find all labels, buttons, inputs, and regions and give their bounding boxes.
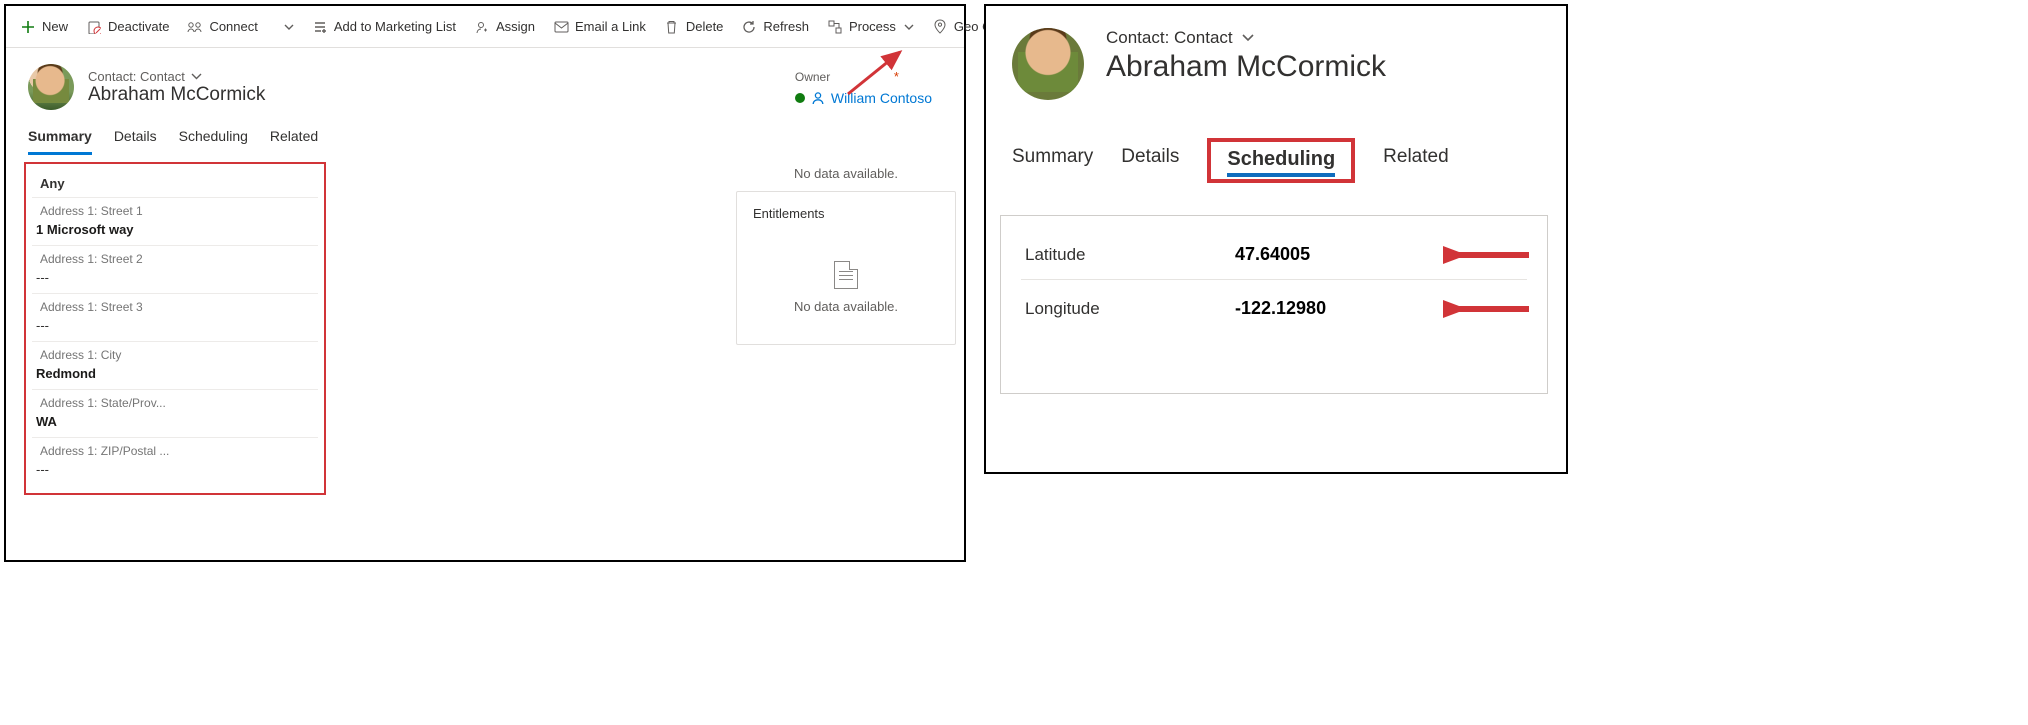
- street3-label: Address 1: Street 3: [26, 294, 324, 316]
- latitude-value[interactable]: 47.64005: [1235, 244, 1310, 265]
- owner-field: Owner * William Contoso: [795, 69, 942, 106]
- entitlements-empty-state: No data available.: [753, 261, 939, 314]
- tab-details[interactable]: Details: [114, 128, 157, 155]
- tab-summary[interactable]: Summary: [28, 128, 92, 155]
- document-icon: [834, 261, 858, 289]
- location-pin-icon: [932, 19, 948, 35]
- tab-scheduling[interactable]: Scheduling: [179, 128, 248, 155]
- refresh-button[interactable]: Refresh: [733, 15, 817, 39]
- entitlements-empty-text: No data available.: [794, 299, 898, 314]
- street1-value[interactable]: 1 Microsoft way: [26, 220, 324, 245]
- new-button[interactable]: New: [12, 15, 76, 39]
- entity-breadcrumb[interactable]: Contact: Contact: [88, 69, 265, 84]
- trash-icon: [664, 19, 680, 35]
- address-any-label: Any: [26, 170, 324, 197]
- delete-label: Delete: [686, 19, 724, 34]
- tab-related[interactable]: Related: [1383, 146, 1449, 176]
- longitude-row: Longitude -122.12980: [1021, 280, 1527, 333]
- chevron-down-icon: [284, 22, 294, 32]
- assign-label: Assign: [496, 19, 535, 34]
- add-marketing-button[interactable]: Add to Marketing List: [304, 15, 464, 39]
- chevron-down-icon: [904, 22, 914, 32]
- delete-button[interactable]: Delete: [656, 15, 732, 39]
- tab-details[interactable]: Details: [1121, 146, 1179, 176]
- longitude-value[interactable]: -122.12980: [1235, 298, 1326, 319]
- form-tabs: Summary Details Scheduling Related: [6, 114, 964, 156]
- left-screenshot: New Deactivate Connect Add to Marketing …: [4, 4, 966, 562]
- connect-button[interactable]: Connect: [179, 15, 265, 39]
- required-star: *: [894, 69, 899, 84]
- tab-scheduling-highlight: Scheduling: [1207, 138, 1355, 183]
- latitude-label: Latitude: [1025, 245, 1235, 265]
- new-label: New: [42, 19, 68, 34]
- owner-name: William Contoso: [831, 90, 932, 106]
- record-header: Contact: Contact Abraham McCormick Owner…: [6, 48, 964, 114]
- person-icon: [811, 91, 825, 105]
- breadcrumb-text: Contact: Contact: [1106, 28, 1233, 48]
- street2-label: Address 1: Street 2: [26, 246, 324, 268]
- deactivate-icon: [86, 19, 102, 35]
- longitude-label: Longitude: [1025, 299, 1235, 319]
- form-tabs: Summary Details Scheduling Related: [986, 104, 1566, 183]
- chevron-down-icon: [191, 71, 202, 82]
- refresh-label: Refresh: [763, 19, 809, 34]
- assign-icon: [474, 19, 490, 35]
- city-label: Address 1: City: [26, 342, 324, 364]
- email-link-label: Email a Link: [575, 19, 646, 34]
- connect-dropdown[interactable]: [274, 18, 302, 36]
- email-link-button[interactable]: Email a Link: [545, 15, 654, 39]
- entity-breadcrumb[interactable]: Contact: Contact: [1106, 28, 1386, 48]
- record-title: Abraham McCormick: [88, 84, 265, 106]
- record-header: Contact: Contact Abraham McCormick: [986, 6, 1566, 104]
- coordinates-section: Latitude 47.64005 Longitude -122.12980: [1000, 215, 1548, 394]
- entitlements-card: Entitlements No data available.: [736, 191, 956, 345]
- right-screenshot: Contact: Contact Abraham McCormick Summa…: [984, 4, 1568, 474]
- tab-scheduling[interactable]: Scheduling: [1227, 148, 1335, 177]
- breadcrumb-text: Contact: Contact: [88, 69, 185, 84]
- city-value[interactable]: Redmond: [26, 364, 324, 389]
- tab-related[interactable]: Related: [270, 128, 318, 155]
- zip-value[interactable]: ---: [26, 460, 324, 485]
- entitlements-title: Entitlements: [753, 206, 939, 221]
- form-body: Any Address 1: Street 1 1 Microsoft way …: [6, 156, 964, 503]
- command-bar: New Deactivate Connect Add to Marketing …: [6, 6, 964, 48]
- state-value[interactable]: WA: [26, 412, 324, 437]
- plus-icon: [20, 19, 36, 35]
- street1-label: Address 1: Street 1: [26, 198, 324, 220]
- process-label: Process: [849, 19, 896, 34]
- contact-avatar: [28, 64, 74, 110]
- owner-value[interactable]: William Contoso: [795, 90, 932, 106]
- annotation-arrow-longitude: [1443, 298, 1533, 320]
- chevron-down-icon: [1241, 31, 1255, 45]
- street2-value[interactable]: ---: [26, 268, 324, 293]
- add-marketing-label: Add to Marketing List: [334, 19, 456, 34]
- presence-icon: [795, 93, 805, 103]
- contact-avatar: [1012, 28, 1084, 100]
- street3-value[interactable]: ---: [26, 316, 324, 341]
- deactivate-button[interactable]: Deactivate: [78, 15, 177, 39]
- state-label: Address 1: State/Prov...: [26, 390, 324, 412]
- latitude-row: Latitude 47.64005: [1021, 226, 1527, 280]
- email-icon: [553, 19, 569, 35]
- deactivate-label: Deactivate: [108, 19, 169, 34]
- connect-icon: [187, 19, 203, 35]
- process-icon: [827, 19, 843, 35]
- address-section-highlight: Any Address 1: Street 1 1 Microsoft way …: [24, 162, 326, 495]
- annotation-arrow-latitude: [1443, 244, 1533, 266]
- list-add-icon: [312, 19, 328, 35]
- refresh-icon: [741, 19, 757, 35]
- owner-label: Owner: [795, 70, 830, 84]
- tab-summary[interactable]: Summary: [1012, 146, 1093, 176]
- connect-label: Connect: [209, 19, 257, 34]
- no-data-text: No data available.: [736, 162, 956, 191]
- assign-button[interactable]: Assign: [466, 15, 543, 39]
- process-button[interactable]: Process: [819, 15, 922, 39]
- record-title: Abraham McCormick: [1106, 50, 1386, 84]
- zip-label: Address 1: ZIP/Postal ...: [26, 438, 324, 460]
